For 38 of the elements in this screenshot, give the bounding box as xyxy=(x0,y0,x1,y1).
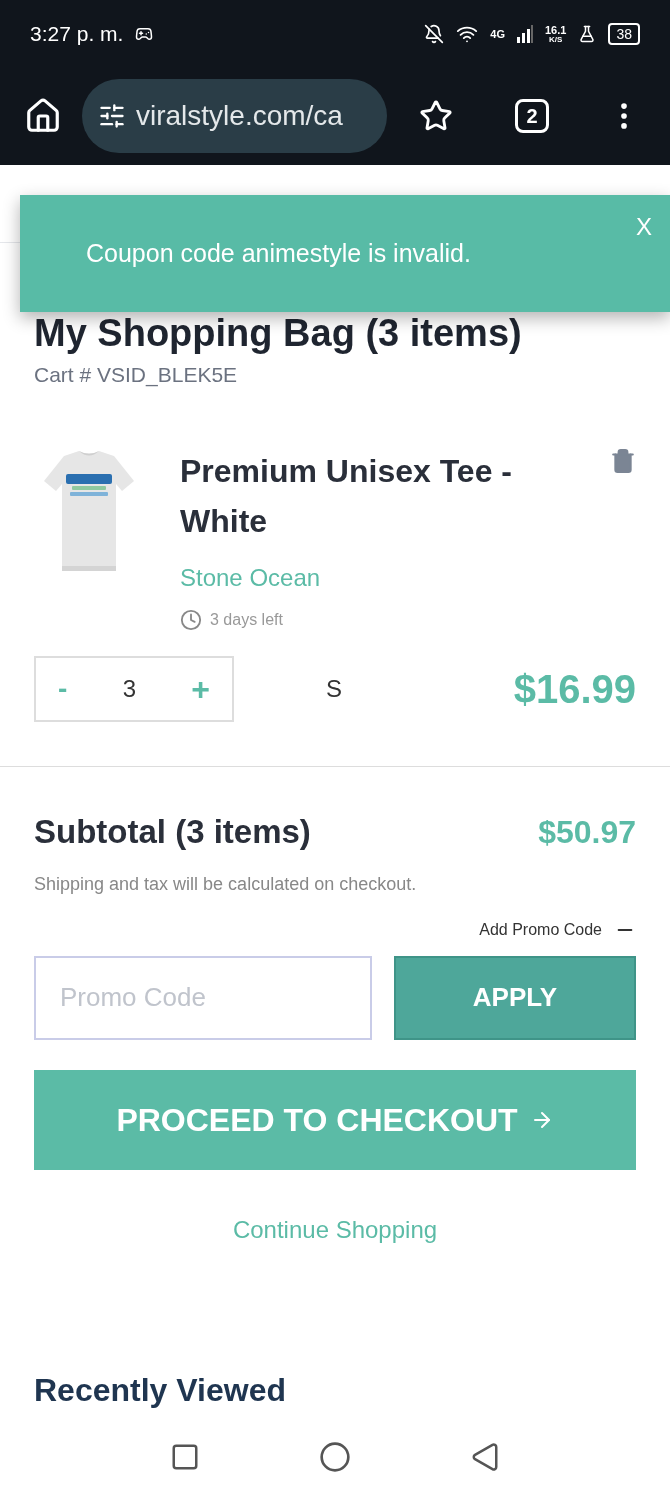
back-nav-icon[interactable] xyxy=(470,1441,501,1472)
bell-off-icon xyxy=(424,24,445,44)
home-nav-icon[interactable] xyxy=(319,1440,351,1473)
battery-level: 38 xyxy=(608,23,640,45)
checkout-button[interactable]: PROCEED TO CHECKOUT xyxy=(34,1069,636,1170)
cart-number: Cart # VSID_BLEK5E xyxy=(34,361,239,389)
signal-icon xyxy=(517,25,533,43)
url-text: viralstyle.com/ca xyxy=(136,99,343,134)
subtotal-label: Subtotal (3 items) xyxy=(34,812,311,853)
tab-count-button[interactable]: 2 xyxy=(515,99,549,134)
increment-button[interactable]: + xyxy=(191,665,210,714)
url-bar[interactable]: viralstyle.com/ca xyxy=(82,79,387,154)
decrement-button[interactable]: - xyxy=(58,668,68,711)
flask-icon xyxy=(578,25,597,43)
cart-title: My Shopping Bag (3 items) xyxy=(34,312,523,353)
item-price: $16.99 xyxy=(513,666,636,714)
speed-unit: K/S xyxy=(549,35,563,44)
gamepad-icon xyxy=(135,25,154,43)
speed-value: 16.1 xyxy=(545,24,567,36)
network-type: 4G xyxy=(490,26,505,42)
add-promo-code-link[interactable]: Add Promo Code xyxy=(479,917,602,942)
site-settings-icon[interactable] xyxy=(98,102,126,131)
continue-shopping-link[interactable]: Continue Shopping xyxy=(232,1211,438,1248)
size-label: S xyxy=(326,674,342,705)
product-name[interactable]: Premium Unisex Tee - White xyxy=(180,446,540,547)
recently-viewed-heading: Recently Viewed xyxy=(34,1370,287,1410)
toast-message: Coupon code animestyle is invalid. xyxy=(86,237,471,269)
toast-close-button[interactable]: X xyxy=(636,209,652,245)
delete-icon[interactable] xyxy=(610,448,636,475)
design-name[interactable]: Stone Ocean xyxy=(180,560,636,597)
subtotal-amount: $50.97 xyxy=(538,813,636,853)
apply-button[interactable]: APPLY xyxy=(394,955,636,1040)
promo-code-field[interactable]: Promo Code xyxy=(34,955,372,1040)
clock-icon xyxy=(180,609,202,632)
quantity-value: 3 xyxy=(122,674,136,705)
shipping-note: Shipping and tax will be calculated on checkout. xyxy=(34,872,418,896)
time-left: 3 days left xyxy=(210,610,283,631)
status-time: 3:27 p. m. xyxy=(30,21,124,48)
